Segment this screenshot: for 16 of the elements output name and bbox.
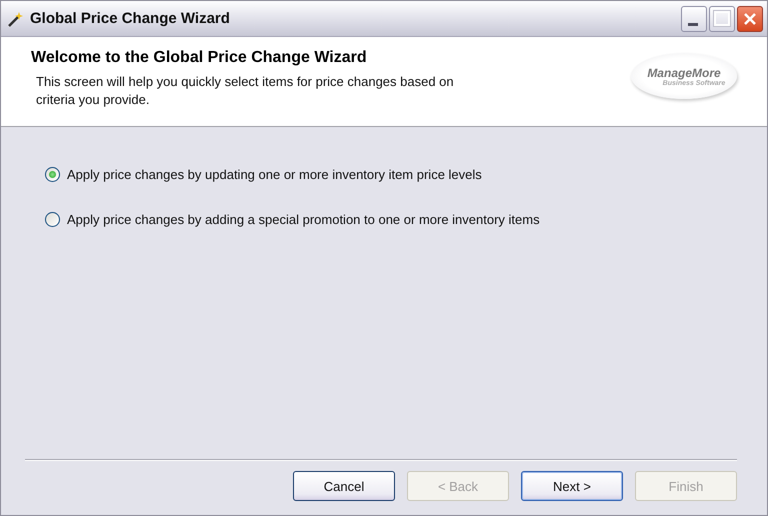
wizard-heading: Welcome to the Global Price Change Wizard bbox=[31, 49, 368, 67]
radio-label: Apply price changes by adding a special promotion to one or more inventory items bbox=[67, 212, 540, 227]
close-icon bbox=[742, 10, 758, 26]
minimize-button[interactable] bbox=[681, 6, 707, 32]
radio-button[interactable] bbox=[45, 212, 60, 227]
logo-name: ManageMore bbox=[647, 66, 721, 80]
radio-option[interactable]: Apply price changes by adding a special promotion to one or more inventory items bbox=[45, 212, 767, 227]
radio-label: Apply price changes by updating one or more inventory item price levels bbox=[67, 167, 482, 182]
radio-button[interactable] bbox=[45, 167, 60, 182]
wizard-description: This screen will help you quickly select items for price changes based on criteria you provide. bbox=[36, 73, 455, 109]
wizard-button[interactable]: Next > bbox=[521, 471, 623, 501]
radio-option[interactable]: Apply price changes by updating one or more inventory item price levels bbox=[45, 167, 767, 182]
magic-wand-icon bbox=[7, 10, 25, 28]
window-title: Global Price Change Wizard bbox=[30, 10, 231, 27]
close-button[interactable] bbox=[737, 6, 763, 32]
wizard-button[interactable]: Cancel bbox=[293, 471, 395, 501]
